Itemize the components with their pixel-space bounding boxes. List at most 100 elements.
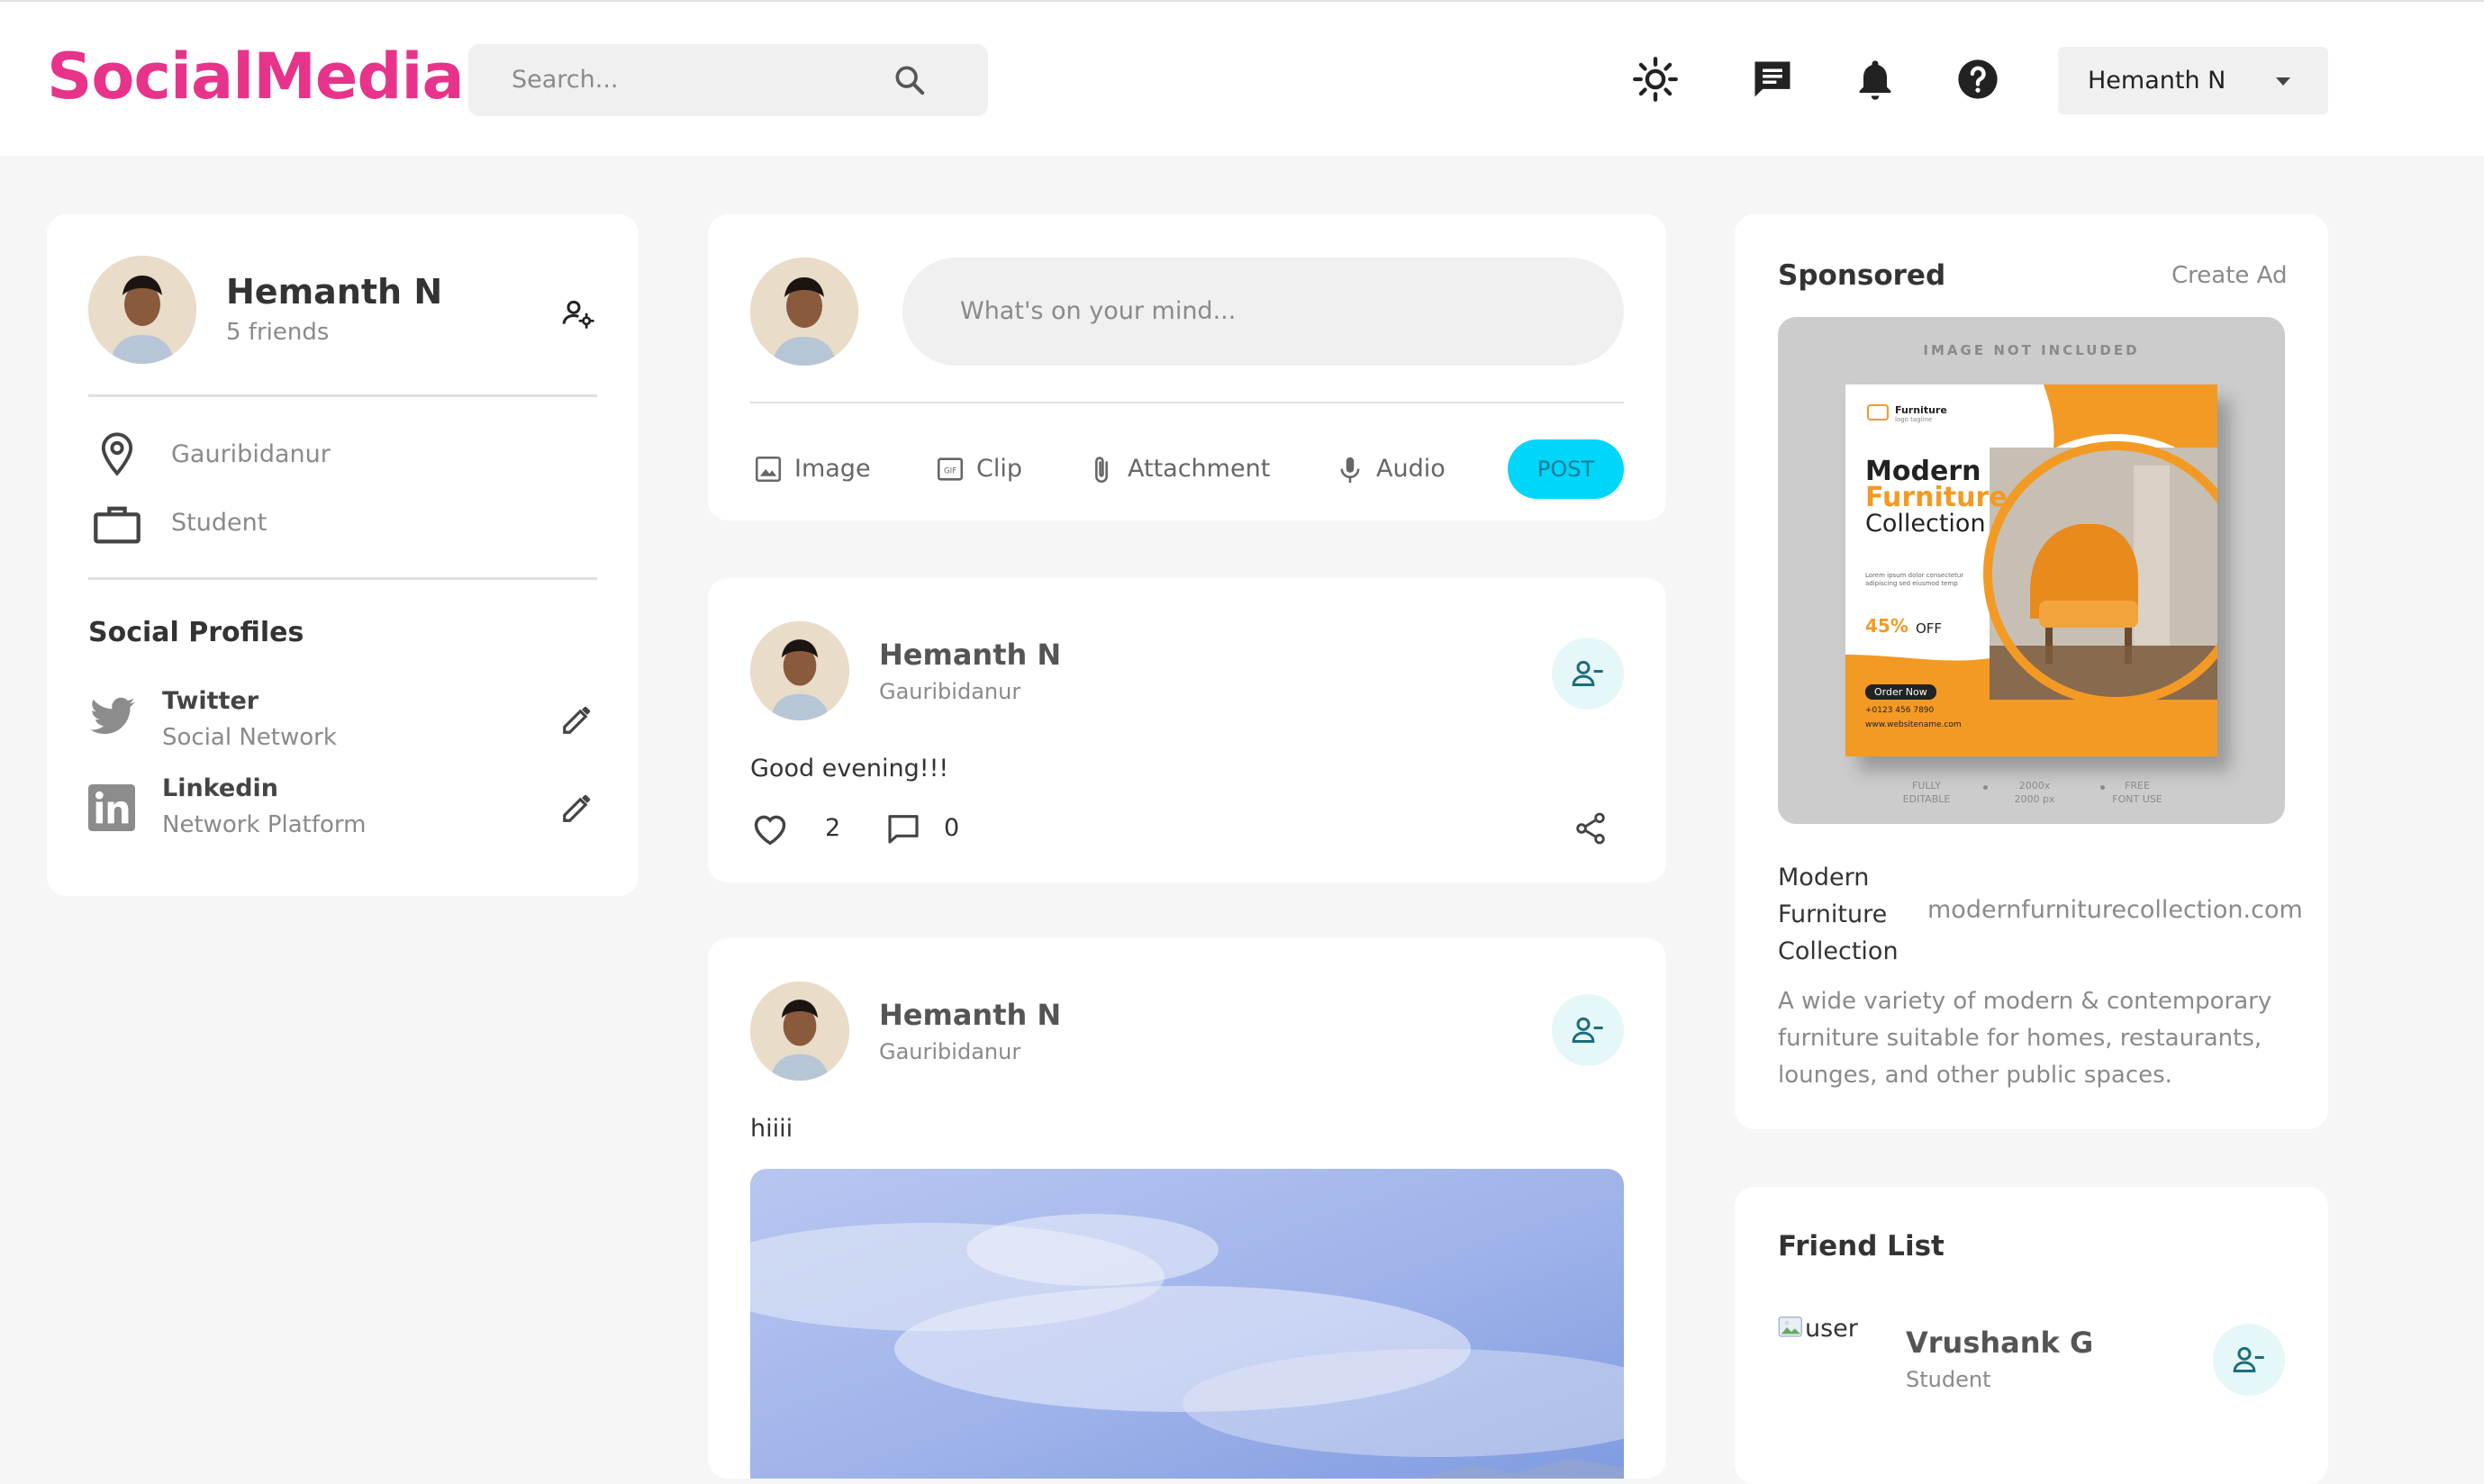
ad-foot-1: FULLY EDITABLE	[1890, 779, 1963, 806]
post-composer-card: What's on your mind... Image GIF Clip At…	[708, 214, 1666, 520]
composer-avatar	[750, 258, 858, 366]
composer-divider	[750, 402, 1624, 403]
audio-label: Audio	[1376, 455, 1446, 483]
top-navbar: SocialMedia Search... Hemanth N	[0, 0, 2484, 156]
profile-divider	[88, 577, 597, 580]
gif-icon: GIF	[937, 457, 964, 481]
social-linkedin-type: Network Platform	[162, 811, 367, 838]
ad-description-line: furniture suitable for homes, restaurant…	[1778, 1025, 2262, 1052]
search-input[interactable]: Search...	[468, 44, 988, 116]
profile-divider	[88, 394, 597, 397]
post-author-name[interactable]: Hemanth N	[879, 998, 1061, 1032]
ad-brand: Furniture	[1895, 404, 1947, 416]
furniture-graphic	[1845, 385, 2217, 756]
person-remove-icon	[2233, 1346, 2264, 1372]
twitter-icon[interactable]	[88, 696, 137, 739]
friend-role: Student	[1906, 1367, 1991, 1392]
feed-post-card: Hemanth N Gauribidanur hiiii	[708, 938, 1666, 1479]
edit-pencil-icon[interactable]	[560, 791, 594, 825]
linkedin-icon[interactable]	[88, 784, 135, 831]
remove-friend-button[interactable]	[1552, 994, 1624, 1066]
ad-foot-3: FREE FONT USE	[2101, 779, 2173, 806]
like-count: 2	[825, 814, 841, 842]
ad-poster: Furniture logo tagline Modern Furniture …	[1845, 385, 2217, 756]
image-label: Image	[794, 455, 871, 483]
ad-product-name-line: Collection	[1778, 937, 1899, 965]
post-author-avatar[interactable]	[750, 982, 849, 1081]
ad-brand-tagline: logo tagline	[1895, 416, 1933, 423]
friend-name[interactable]: Vrushank G	[1906, 1326, 2093, 1360]
profile-name[interactable]: Hemanth N	[226, 272, 442, 312]
post-image[interactable]	[750, 1169, 1624, 1479]
ad-foot-3a: FREE	[2125, 780, 2150, 792]
ad-discount: 45%	[1865, 615, 1908, 637]
ad-foot-dot	[2100, 785, 2105, 790]
whats-on-your-mind-input[interactable]: What's on your mind...	[902, 258, 1624, 366]
ad-product-name[interactable]: Modern Furniture Collection	[1778, 859, 1899, 970]
post-author-avatar[interactable]	[750, 621, 849, 720]
manage-account-icon[interactable]	[560, 295, 596, 331]
ad-lorem: Lorem ipsum dolor consectetur adipiscing…	[1865, 572, 1964, 587]
ad-foot-3b: FONT USE	[2112, 793, 2162, 805]
ad-order-now: Order Now	[1865, 684, 1936, 700]
ad-phone: +0123 456 7890	[1865, 706, 1935, 715]
create-ad-link[interactable]: Create Ad	[2171, 262, 2288, 289]
svg-text:GIF: GIF	[944, 466, 956, 475]
profile-location: Gauribidanur	[171, 440, 331, 468]
chevron-down-icon	[2276, 77, 2290, 86]
post-author-name[interactable]: Hemanth N	[879, 638, 1061, 672]
message-icon[interactable]	[1749, 56, 1796, 103]
post-text: Good evening!!!	[750, 755, 949, 783]
ad-description: A wide variety of modern & contemporary …	[1778, 983, 2271, 1094]
composer-placeholder: What's on your mind...	[960, 297, 1237, 325]
ad-url-link[interactable]: modernfurniturecollection.com	[1927, 896, 2303, 924]
clip-upload-button[interactable]: GIF Clip	[935, 450, 1034, 490]
search-placeholder: Search...	[512, 66, 619, 94]
audio-upload-button[interactable]: Audio	[1335, 450, 1452, 490]
ad-foot-1a: FULLY	[1912, 780, 1941, 792]
ad-foot-1b: EDITABLE	[1902, 793, 1951, 805]
ad-image[interactable]: IMAGE NOT INCLUDED Furniture logo taglin…	[1778, 317, 2285, 824]
ad-description-line: A wide variety of modern & contemporary	[1778, 988, 2272, 1015]
person-remove-icon	[1572, 1017, 1603, 1043]
sponsored-title: Sponsored	[1778, 259, 1946, 292]
like-heart-icon[interactable]	[750, 810, 790, 846]
clip-label: Clip	[976, 455, 1022, 483]
social-linkedin-name[interactable]: Linkedin	[162, 774, 278, 802]
comment-count: 0	[944, 814, 960, 842]
attachment-paperclip-icon	[1095, 457, 1108, 483]
user-menu-dropdown[interactable]: Hemanth N	[2058, 47, 2328, 114]
image-upload-button[interactable]: Image	[753, 450, 871, 490]
friend-avatar[interactable]: user	[1778, 1313, 1877, 1349]
work-briefcase-icon	[94, 506, 141, 544]
app-logo[interactable]: SocialMedia	[47, 40, 465, 113]
post-button[interactable]: POST	[1508, 439, 1624, 499]
user-photo-icon	[88, 256, 196, 364]
social-twitter-name[interactable]: Twitter	[162, 687, 258, 715]
ad-off: OFF	[1916, 620, 1943, 637]
attachment-upload-button[interactable]: Attachment	[1086, 450, 1284, 490]
profile-avatar[interactable]	[88, 256, 196, 364]
notification-bell-icon[interactable]	[1852, 56, 1899, 103]
ad-product-name-line: Furniture	[1778, 900, 1888, 928]
broken-image-icon	[1778, 1317, 1802, 1337]
social-profiles-title: Social Profiles	[88, 617, 304, 648]
help-icon[interactable]	[1954, 56, 2001, 103]
profile-occupation: Student	[171, 509, 267, 537]
search-icon[interactable]	[892, 62, 928, 98]
comment-icon[interactable]	[884, 810, 922, 846]
post-author-location: Gauribidanur	[879, 1039, 1021, 1064]
ad-image-banner: IMAGE NOT INCLUDED	[1923, 342, 2140, 358]
edit-pencil-icon[interactable]	[560, 702, 594, 737]
ad-description-line: lounges, and other public spaces.	[1778, 1062, 2172, 1089]
light-mode-icon[interactable]	[1632, 56, 1679, 103]
profile-card: Hemanth N 5 friends Gauribidanur Student…	[47, 214, 639, 896]
remove-friend-button[interactable]	[1552, 638, 1624, 710]
ad-foot-2a: 2000x	[2018, 780, 2051, 792]
image-icon	[755, 456, 782, 483]
remove-friend-button[interactable]	[2213, 1324, 2285, 1396]
friend-avatar-alt: user	[1805, 1315, 1858, 1343]
location-pin-icon	[101, 432, 133, 476]
attachment-label: Attachment	[1128, 455, 1271, 483]
share-icon[interactable]	[1573, 810, 1609, 846]
